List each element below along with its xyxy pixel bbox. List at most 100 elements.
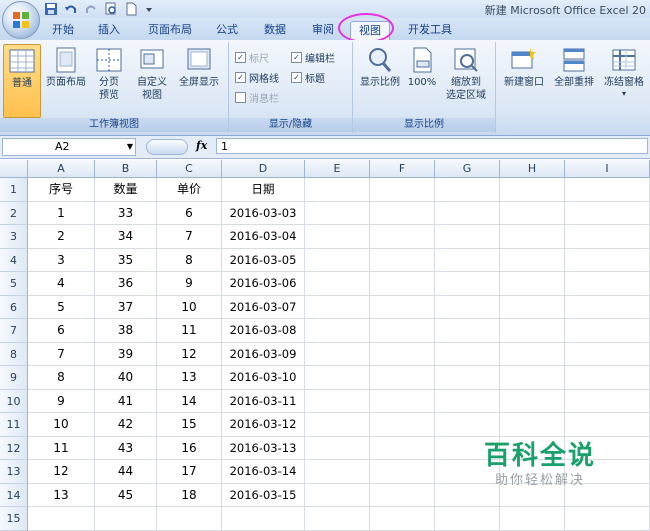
- cell-b4[interactable]: 35: [95, 248, 157, 272]
- cell-d8[interactable]: 2016-03-09: [222, 342, 305, 366]
- cell-d5[interactable]: 2016-03-06: [222, 272, 305, 296]
- tab-home[interactable]: 开始: [48, 21, 78, 39]
- row-header-7[interactable]: 7: [0, 319, 28, 343]
- cell-i8[interactable]: [565, 342, 650, 366]
- page-break-preview-button[interactable]: 分页 预览: [92, 44, 126, 116]
- cell-g15[interactable]: [435, 507, 500, 531]
- cell-f1[interactable]: [370, 178, 435, 202]
- cell-c13[interactable]: 17: [157, 460, 222, 484]
- tab-formulas[interactable]: 公式: [212, 21, 242, 39]
- cell-a9[interactable]: 8: [28, 366, 95, 390]
- cell-d2[interactable]: 2016-03-03: [222, 201, 305, 225]
- cell-d3[interactable]: 2016-03-04: [222, 225, 305, 249]
- cell-g1[interactable]: [435, 178, 500, 202]
- cell-f15[interactable]: [370, 507, 435, 531]
- cell-f13[interactable]: [370, 460, 435, 484]
- cell-c6[interactable]: 10: [157, 295, 222, 319]
- cell-e9[interactable]: [305, 366, 370, 390]
- custom-views-button[interactable]: 自定义 视图: [132, 44, 172, 116]
- cell-g5[interactable]: [435, 272, 500, 296]
- cell-g6[interactable]: [435, 295, 500, 319]
- undo-icon[interactable]: [64, 2, 78, 16]
- cell-e14[interactable]: [305, 483, 370, 507]
- cell-h1[interactable]: [500, 178, 565, 202]
- cell-a1[interactable]: 序号: [28, 178, 95, 202]
- cell-b6[interactable]: 37: [95, 295, 157, 319]
- cell-g7[interactable]: [435, 319, 500, 343]
- cell-h9[interactable]: [500, 366, 565, 390]
- cell-h5[interactable]: [500, 272, 565, 296]
- cell-e2[interactable]: [305, 201, 370, 225]
- row-header-5[interactable]: 5: [0, 272, 28, 296]
- column-header-b[interactable]: B: [95, 160, 157, 178]
- cell-d10[interactable]: 2016-03-11: [222, 389, 305, 413]
- cell-i5[interactable]: [565, 272, 650, 296]
- row-header-13[interactable]: 13: [0, 460, 28, 484]
- column-header-d[interactable]: D: [222, 160, 305, 178]
- cell-e10[interactable]: [305, 389, 370, 413]
- cell-i2[interactable]: [565, 201, 650, 225]
- cell-b10[interactable]: 41: [95, 389, 157, 413]
- message-bar-checkbox[interactable]: 消息栏: [235, 90, 279, 105]
- headings-checkbox[interactable]: ✓ 标题: [291, 70, 325, 85]
- cell-b15[interactable]: [95, 507, 157, 531]
- ruler-checkbox[interactable]: ✓ 标尺: [235, 50, 269, 65]
- select-all-corner[interactable]: [0, 160, 28, 178]
- cell-i1[interactable]: [565, 178, 650, 202]
- cell-a13[interactable]: 12: [28, 460, 95, 484]
- cell-i3[interactable]: [565, 225, 650, 249]
- cell-d9[interactable]: 2016-03-10: [222, 366, 305, 390]
- zoom-to-selection-button[interactable]: 缩放到 选定区域: [441, 44, 491, 116]
- cell-c1[interactable]: 单价: [157, 178, 222, 202]
- cell-c12[interactable]: 16: [157, 436, 222, 460]
- tab-insert[interactable]: 插入: [94, 21, 124, 39]
- cell-a5[interactable]: 4: [28, 272, 95, 296]
- cell-i9[interactable]: [565, 366, 650, 390]
- cell-b14[interactable]: 45: [95, 483, 157, 507]
- cell-g11[interactable]: [435, 413, 500, 437]
- row-header-14[interactable]: 14: [0, 483, 28, 507]
- save-icon[interactable]: [44, 2, 58, 16]
- cell-c2[interactable]: 6: [157, 201, 222, 225]
- cell-h3[interactable]: [500, 225, 565, 249]
- cell-h8[interactable]: [500, 342, 565, 366]
- cell-a14[interactable]: 13: [28, 483, 95, 507]
- row-header-9[interactable]: 9: [0, 366, 28, 390]
- cell-a12[interactable]: 11: [28, 436, 95, 460]
- cell-f12[interactable]: [370, 436, 435, 460]
- formula-bar-expand-handle[interactable]: [146, 139, 188, 155]
- cell-f6[interactable]: [370, 295, 435, 319]
- cell-a6[interactable]: 5: [28, 295, 95, 319]
- cell-c7[interactable]: 11: [157, 319, 222, 343]
- column-header-a[interactable]: A: [28, 160, 95, 178]
- cell-e1[interactable]: [305, 178, 370, 202]
- row-header-4[interactable]: 4: [0, 248, 28, 272]
- row-header-10[interactable]: 10: [0, 389, 28, 413]
- new-window-button[interactable]: 新建窗口: [500, 44, 548, 116]
- cell-f4[interactable]: [370, 248, 435, 272]
- redo-icon[interactable]: [84, 2, 98, 16]
- column-header-g[interactable]: G: [435, 160, 500, 178]
- cell-b9[interactable]: 40: [95, 366, 157, 390]
- cell-c11[interactable]: 15: [157, 413, 222, 437]
- cell-e11[interactable]: [305, 413, 370, 437]
- page-layout-view-button[interactable]: 页面布局: [42, 44, 90, 116]
- cell-g2[interactable]: [435, 201, 500, 225]
- cell-e8[interactable]: [305, 342, 370, 366]
- cell-a11[interactable]: 10: [28, 413, 95, 437]
- tab-data[interactable]: 数据: [258, 21, 292, 39]
- cell-g10[interactable]: [435, 389, 500, 413]
- cell-a2[interactable]: 1: [28, 201, 95, 225]
- cell-i15[interactable]: [565, 507, 650, 531]
- office-button[interactable]: [2, 1, 40, 39]
- cell-f11[interactable]: [370, 413, 435, 437]
- cell-c3[interactable]: 7: [157, 225, 222, 249]
- cell-e13[interactable]: [305, 460, 370, 484]
- column-header-c[interactable]: C: [157, 160, 222, 178]
- formula-input[interactable]: 1: [216, 138, 648, 154]
- cell-c14[interactable]: 18: [157, 483, 222, 507]
- cell-d4[interactable]: 2016-03-05: [222, 248, 305, 272]
- zoom-100-button[interactable]: 100%: [405, 44, 439, 116]
- cell-f3[interactable]: [370, 225, 435, 249]
- cell-h4[interactable]: [500, 248, 565, 272]
